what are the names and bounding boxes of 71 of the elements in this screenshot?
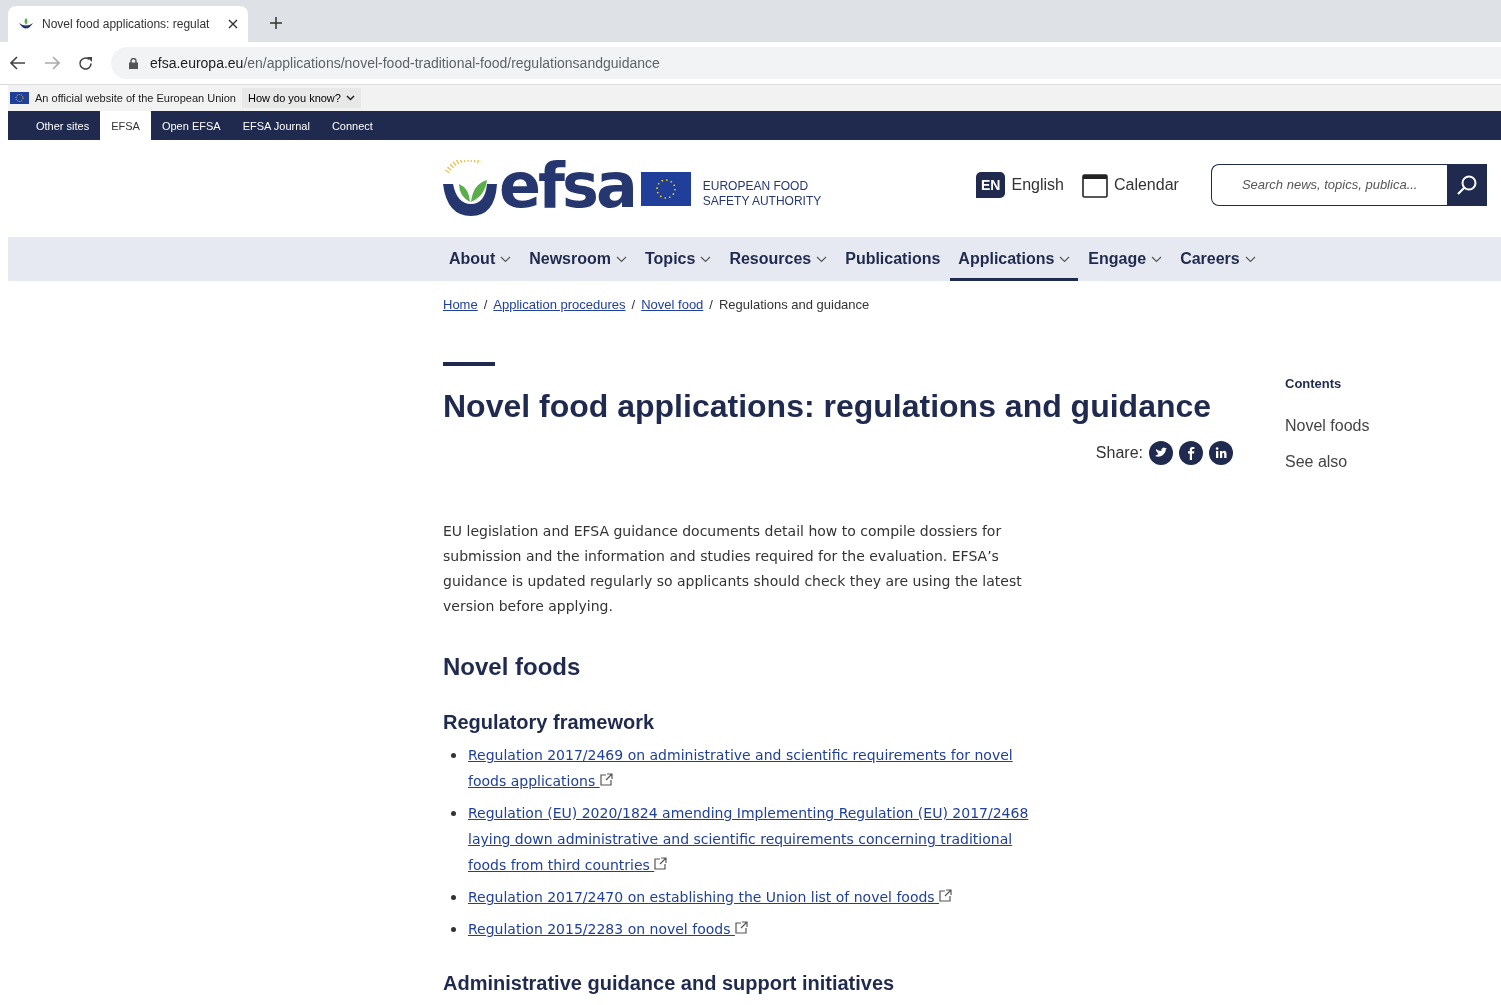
organisation-name: EUROPEAN FOOD SAFETY AUTHORITY [702, 178, 822, 209]
breadcrumb-link[interactable]: Novel food [641, 297, 704, 312]
chevron-icon [345, 95, 355, 101]
bullet-icon [451, 895, 456, 900]
site-tab[interactable]: EFSA Journal [231, 111, 321, 140]
new-tab-icon[interactable] [270, 17, 282, 29]
regulation-link[interactable]: Regulation (EU) 2020/1824 amending Implementing Regulation (EU) 2017/2468 laying down administrative and scientific requirements concerning traditional foods from third countries [468, 800, 1051, 878]
search-field[interactable]: Search news, topics, publica... [1210, 163, 1447, 206]
back-icon[interactable] [10, 56, 26, 70]
nav-item[interactable]: Engage [1080, 237, 1171, 281]
nav-item[interactable]: Newsroom [521, 237, 635, 281]
search-icon [1455, 173, 1478, 196]
regulation-link[interactable]: Regulation 2015/2283 on novel foods [468, 916, 748, 942]
language-selector[interactable]: EN English [976, 171, 1064, 198]
site-tab[interactable]: Open EFSA [150, 111, 232, 140]
contents-link[interactable]: See also [1285, 453, 1370, 471]
subsection-heading: Regulatory framework [443, 711, 656, 734]
external-link-icon [939, 889, 953, 902]
close-icon[interactable] [228, 19, 238, 29]
leaf-logo-icon [441, 159, 499, 218]
regulation-link[interactable]: Regulation 2017/2469 on administrative and scientific requirements for novel foods applications [468, 742, 1051, 794]
calendar-link[interactable]: Calendar [1081, 171, 1179, 198]
external-link-icon [734, 921, 748, 934]
calendar-label: Calendar [1113, 175, 1179, 194]
tab-title: Novel food applications: regulat [42, 17, 211, 31]
nav-item[interactable]: Resources [721, 237, 836, 281]
page-title: Novel food applications: regulations and guidance [443, 388, 1213, 425]
language-name: English [1011, 175, 1064, 194]
bullet-icon [451, 927, 456, 932]
breadcrumb-separator: / [483, 297, 488, 312]
site-tab[interactable]: Connect [320, 111, 384, 140]
nav-item[interactable]: Topics [637, 237, 720, 281]
nav-item[interactable]: About [441, 237, 520, 281]
breadcrumb-current: Regulations and guidance [718, 297, 870, 312]
address-bar[interactable]: efsa.europa.eu/en/applications/novel-food-traditional-food/regulationsandguidance [111, 47, 1501, 79]
nav-item[interactable]: Publications [837, 237, 949, 281]
nav-item[interactable]: Applications [950, 237, 1079, 281]
eu-official-text: An official website of the European Union [35, 92, 236, 104]
bullet-icon [451, 811, 456, 816]
facebook-icon[interactable] [1179, 441, 1203, 465]
intro-paragraph: EU legislation and EFSA guidance documents detail how to compile dossiers for submission and the information and studies required for the evaluation. EFSA’s guidance is updated regularly so applicants should check they are using the latest version before applying. [443, 522, 1023, 616]
contents-link[interactable]: Novel foods [1285, 417, 1370, 435]
share-label: Share: [1095, 444, 1143, 462]
bullet-icon [451, 753, 456, 758]
eu-flag-icon [640, 171, 691, 206]
url-text: efsa.europa.eu/en/applications/novel-food-traditional-food/regulationsandguidance [150, 55, 660, 71]
breadcrumb-link[interactable]: Application procedures [493, 297, 626, 312]
nav-item[interactable]: Careers [1172, 237, 1264, 281]
search-button[interactable] [1446, 163, 1487, 206]
bird-icon[interactable] [1149, 441, 1173, 465]
reload-icon[interactable] [78, 55, 93, 71]
eu-flag-icon [10, 92, 29, 104]
subsection-heading: Administrative guidance and support initiatives [443, 972, 896, 995]
regulation-link[interactable]: Regulation 2017/2470 on establishing the Union list of novel foods [468, 884, 953, 910]
contents-heading: Contents [1285, 376, 1343, 391]
breadcrumb-link[interactable]: Home [443, 297, 478, 312]
logo-wordmark: efsa [499, 154, 635, 217]
lock-icon [129, 57, 138, 69]
browser-tab[interactable]: Novel food applications: regulat [8, 6, 248, 42]
site-tab[interactable]: EFSA [100, 111, 151, 140]
section-heading: Novel foods [443, 653, 582, 681]
external-link-icon [654, 857, 668, 870]
language-code: EN [976, 171, 1006, 198]
linkedin-icon[interactable] [1209, 441, 1233, 465]
site-tab[interactable]: Other sites [25, 111, 101, 140]
how-do-you-know-toggle[interactable]: How do you know? [242, 88, 361, 108]
external-link-icon [599, 773, 613, 786]
calendar-icon [1081, 171, 1108, 198]
breadcrumb-separator: / [631, 297, 636, 312]
title-accent-bar [443, 362, 495, 366]
breadcrumb-separator: / [709, 297, 713, 312]
